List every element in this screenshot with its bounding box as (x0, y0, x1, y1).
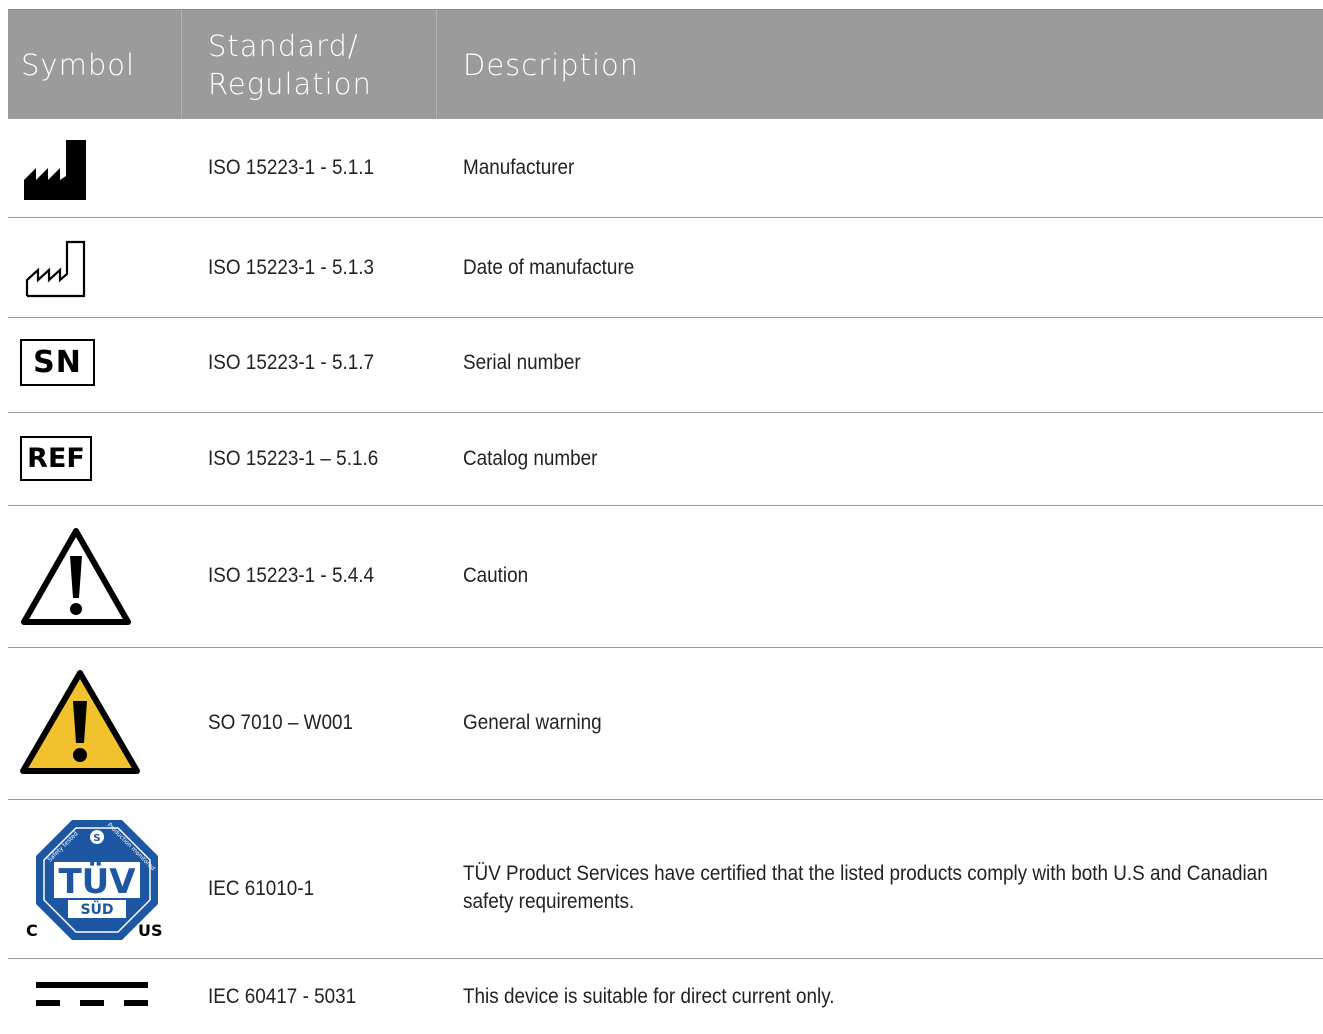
header-symbol: Symbol (21, 48, 136, 82)
direct-current-icon (36, 982, 148, 1008)
table-row: SN ISO 15223-1 - 5.1.7 Serial number (8, 318, 1323, 413)
standard-cell: ISO 15223-1 - 5.4.4 (208, 564, 375, 587)
standard-cell: ISO 15223-1 – 5.1.6 (208, 447, 379, 470)
table-header: Symbol Standard/ Regulation Description (8, 9, 1323, 119)
tuv-sud-certification-icon: S TÜV SÜD C US Safety tested Production … (26, 818, 168, 942)
catalog-number-icon: REF (20, 436, 92, 481)
standard-cell: IEC 61010-1 (208, 877, 315, 900)
table-row: ISO 15223-1 - 5.1.1 Manufacturer (8, 118, 1323, 218)
tuv-sub-text: SÜD (80, 900, 113, 918)
catalog-number-symbol-text: REF (27, 443, 85, 474)
header-standard: Standard/ Regulation (208, 29, 372, 101)
date-of-manufacture-icon (20, 240, 86, 298)
manufacturer-icon (20, 140, 86, 200)
tuv-left-text: C (26, 921, 38, 940)
symbols-table: Symbol Standard/ Regulation Description … (8, 9, 1323, 1008)
description-cell: Catalog number (463, 447, 598, 470)
table-row: IEC 60417 - 5031 This device is suitable… (8, 959, 1323, 1034)
standard-cell: ISO 15223-1 - 5.1.7 (208, 351, 375, 374)
table-row: S TÜV SÜD C US Safety tested Production … (8, 800, 1323, 959)
standard-cell: SO 7010 – W001 (208, 711, 353, 734)
header-divider (436, 10, 437, 119)
description-cell: Manufacturer (463, 156, 575, 179)
table-row: ISO 15223-1 - 5.4.4 Caution (8, 506, 1323, 648)
standard-cell: ISO 15223-1 - 5.1.3 (208, 256, 375, 279)
standard-cell: ISO 15223-1 - 5.1.1 (208, 156, 375, 179)
table-row: SO 7010 – W001 General warning (8, 648, 1323, 800)
description-cell: This device is suitable for direct curre… (463, 985, 835, 1008)
header-divider (181, 10, 182, 119)
serial-number-symbol-text: SN (33, 345, 82, 380)
description-cell: TÜV Product Services have certified that… (463, 862, 1268, 913)
table-row: REF ISO 15223-1 – 5.1.6 Catalog number (8, 413, 1323, 506)
general-warning-icon (19, 669, 141, 775)
tuv-right-text: US (138, 921, 163, 940)
svg-text:S: S (93, 833, 100, 844)
serial-number-icon: SN (20, 339, 95, 386)
description-cell: Date of manufacture (463, 256, 635, 279)
header-description: Description (463, 48, 640, 82)
caution-icon (20, 526, 132, 626)
description-cell: Serial number (463, 351, 581, 374)
description-cell: Caution (463, 564, 529, 587)
description-cell: General warning (463, 711, 602, 734)
tuv-brand-text: TÜV (58, 861, 136, 902)
standard-cell: IEC 60417 - 5031 (208, 985, 357, 1008)
table-row: ISO 15223-1 - 5.1.3 Date of manufacture (8, 218, 1323, 318)
